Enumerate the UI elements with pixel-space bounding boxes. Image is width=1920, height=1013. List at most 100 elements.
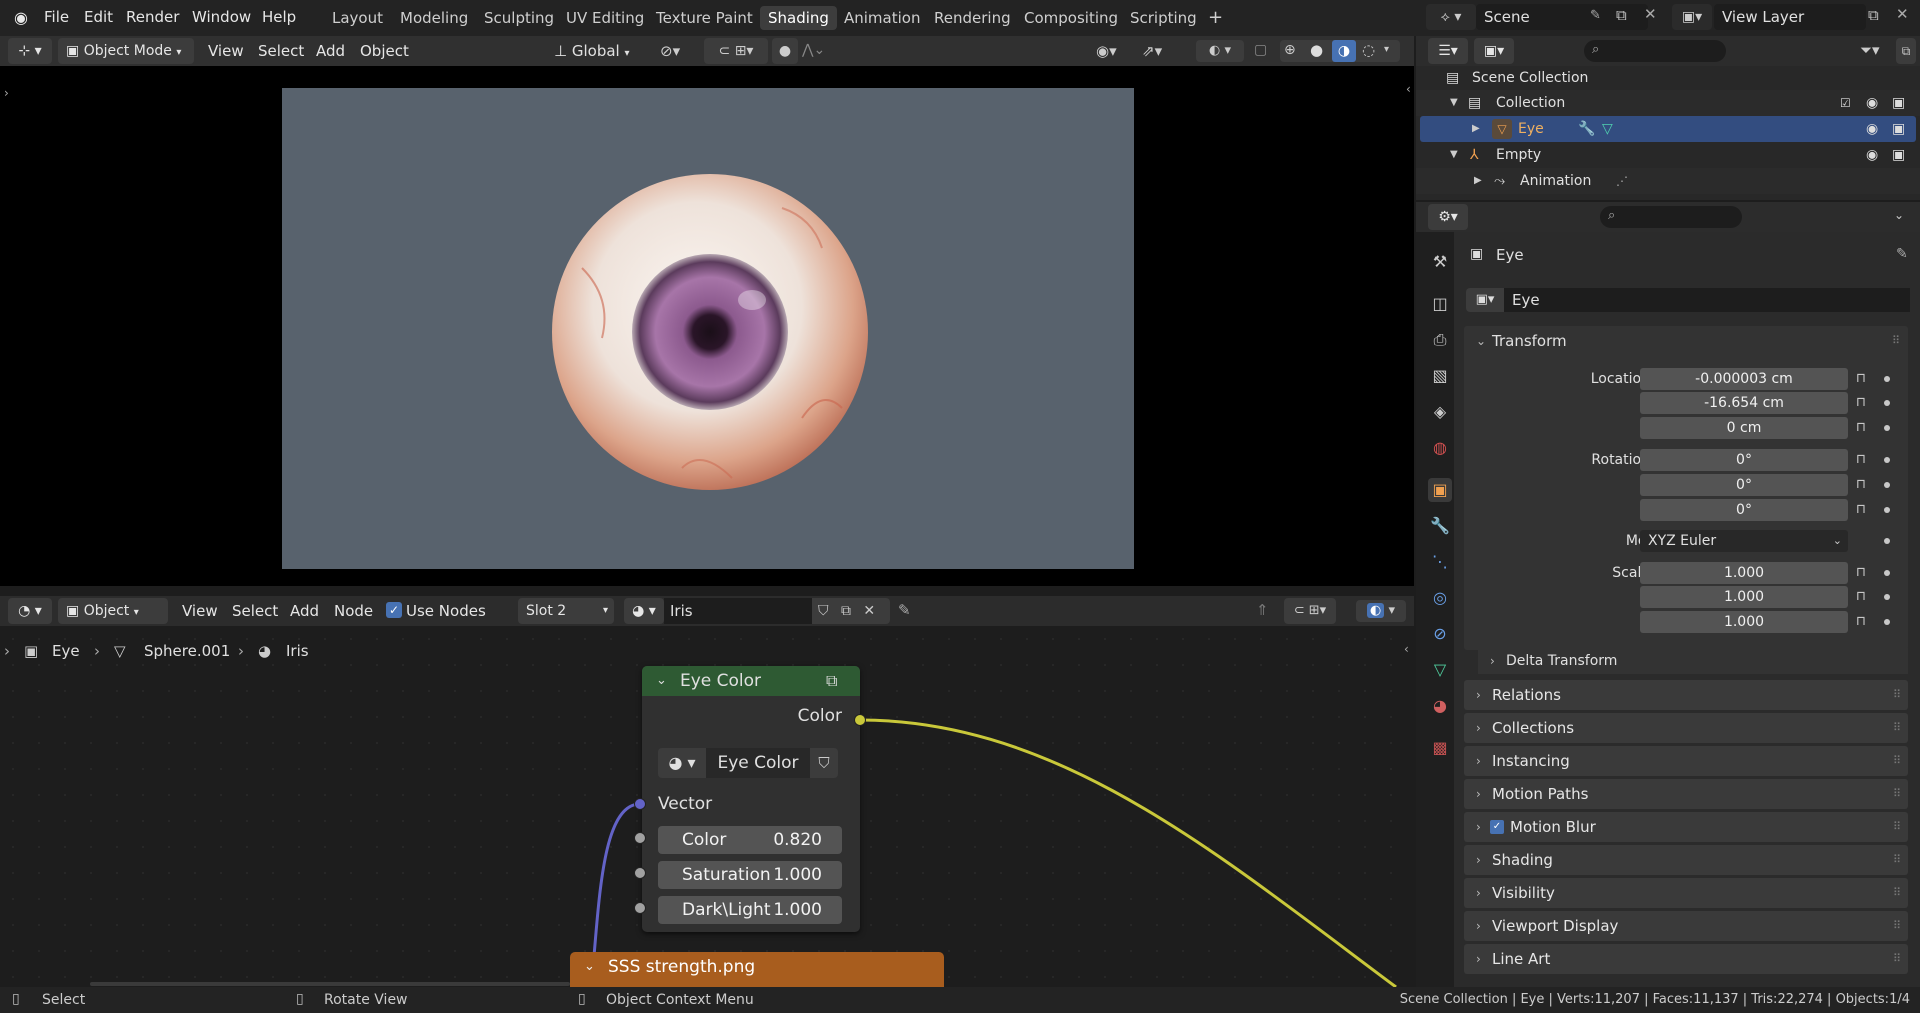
options-chevron-icon[interactable]: ⌄ bbox=[1894, 208, 1904, 222]
scale-x-field[interactable]: 1.000 bbox=[1640, 562, 1848, 584]
pin-icon[interactable]: ✎ bbox=[1590, 8, 1601, 23]
expand-chevron-icon[interactable]: › bbox=[1476, 680, 1481, 710]
parent-node-tree-icon[interactable]: ⇑ bbox=[1256, 601, 1269, 619]
new-scene-icon[interactable]: ⧉ bbox=[1616, 6, 1627, 24]
node-overlays-toggle[interactable]: ◐ ▾ bbox=[1356, 600, 1406, 622]
drag-grip-icon[interactable]: ⠿ bbox=[1893, 911, 1901, 941]
lock-icon[interactable]: ⊓ bbox=[1852, 476, 1870, 494]
node-editor-canvas[interactable]: › ▣ Eye › ▽ Sphere.001 › ◕ Iris ‹ ⌄ Eye … bbox=[0, 626, 1414, 987]
lock-icon[interactable]: ⊓ bbox=[1852, 613, 1870, 631]
node-editor-type-button[interactable]: ◔ ▾ bbox=[8, 598, 52, 624]
expand-chevron-icon[interactable]: ▶ bbox=[1474, 168, 1482, 194]
properties-editor-type-button[interactable]: ⚙▾ bbox=[1428, 204, 1468, 230]
scene-browse-button[interactable]: ⟡ ▾ bbox=[1426, 4, 1476, 30]
delta-transform-subpanel[interactable]: › Delta Transform bbox=[1478, 648, 1908, 674]
node-menu-add[interactable]: Add bbox=[290, 598, 319, 624]
overlays-icon[interactable]: ◐ ▾ bbox=[1196, 40, 1244, 62]
expand-chevron-icon[interactable]: › bbox=[1476, 779, 1481, 809]
view-layer-tab-icon[interactable]: ▧ bbox=[1428, 364, 1452, 388]
tab-uv-editing[interactable]: UV Editing bbox=[558, 6, 652, 30]
keyframe-dot[interactable] bbox=[1884, 507, 1890, 513]
delete-scene-icon[interactable]: ✕ bbox=[1644, 5, 1657, 23]
expand-chevron-icon[interactable]: › bbox=[1476, 911, 1481, 941]
viewport-menu-object[interactable]: Object bbox=[360, 38, 409, 64]
material-name-field[interactable]: Iris bbox=[664, 598, 812, 624]
keyframe-dot[interactable] bbox=[1884, 538, 1890, 544]
tool-tab-icon[interactable]: ⚒ bbox=[1428, 250, 1452, 274]
scene-tab-icon[interactable]: ◈ bbox=[1428, 400, 1452, 424]
drag-grip-icon[interactable]: ⠿ bbox=[1893, 878, 1901, 908]
scale-z-field[interactable]: 1.000 bbox=[1640, 611, 1848, 633]
saturation-input-socket[interactable] bbox=[634, 867, 646, 879]
slot-dropdown[interactable]: Slot 2 ▾ bbox=[518, 598, 614, 624]
color-output-socket[interactable] bbox=[854, 714, 866, 726]
saturation-value-field[interactable]: Saturation 1.000 bbox=[658, 861, 842, 889]
shading-panel[interactable]: › Shading ⠿ bbox=[1464, 845, 1908, 875]
menu-edit[interactable]: Edit bbox=[78, 6, 119, 28]
node-group-icon[interactable]: ⧉ bbox=[826, 666, 837, 696]
expand-chevron-icon[interactable]: › bbox=[1476, 944, 1481, 974]
falloff-icon[interactable]: ⋀⌄ bbox=[802, 42, 825, 58]
view-layer-browse-button[interactable]: ▣▾ bbox=[1672, 4, 1712, 30]
location-y-field[interactable]: -16.654 cm bbox=[1640, 392, 1848, 414]
sidebar-toggle-icon[interactable]: ‹ bbox=[1406, 82, 1411, 96]
eye-color-node[interactable]: ⌄ Eye Color ⧉ Color ◕ ▾ Eye Color ⛉ Vect… bbox=[642, 666, 860, 932]
tab-texture-paint[interactable]: Texture Paint bbox=[648, 6, 761, 30]
color-value-field[interactable]: Color 0.820 bbox=[658, 826, 842, 854]
motion-paths-panel[interactable]: › Motion Paths ⠿ bbox=[1464, 779, 1908, 809]
group-name-field[interactable]: Eye Color bbox=[706, 748, 810, 778]
location-z-field[interactable]: 0 cm bbox=[1640, 417, 1848, 439]
pivot-icon[interactable]: ⊘▾ bbox=[660, 42, 680, 60]
particles-tab-icon[interactable]: ⋱ bbox=[1428, 550, 1452, 574]
physics-tab-icon[interactable]: ◎ bbox=[1428, 586, 1452, 610]
sss-strength-node[interactable]: ⌄ SSS strength.png bbox=[570, 952, 944, 987]
menu-help[interactable]: Help bbox=[256, 6, 302, 28]
viewport-menu-view[interactable]: View bbox=[208, 38, 244, 64]
snap-toggle[interactable]: ⊂ ⊞▾ bbox=[704, 38, 768, 64]
camera-render-icon[interactable]: ▣ bbox=[1892, 142, 1905, 168]
transform-orientation-dropdown[interactable]: ⊥ Global ▾ bbox=[554, 38, 650, 64]
drag-grip-icon[interactable]: ⠿ bbox=[1893, 812, 1901, 842]
lock-icon[interactable]: ⊓ bbox=[1852, 370, 1870, 388]
camera-render-icon[interactable]: ▣ bbox=[1892, 90, 1905, 116]
motion-blur-panel[interactable]: › ✓ Motion Blur ⠿ bbox=[1464, 812, 1908, 842]
tab-rendering[interactable]: Rendering bbox=[926, 6, 1019, 30]
drag-grip-icon[interactable]: ⠿ bbox=[1893, 779, 1901, 809]
tab-layout[interactable]: Layout bbox=[324, 6, 391, 30]
filter-icon[interactable]: ⏷▾ bbox=[1860, 41, 1880, 59]
collapse-chevron-icon[interactable]: ⌄ bbox=[1476, 326, 1486, 356]
drag-grip-icon[interactable]: ⠿ bbox=[1892, 326, 1900, 356]
keyframe-dot[interactable] bbox=[1884, 400, 1890, 406]
visibility-icon[interactable]: ◉▾ bbox=[1096, 42, 1117, 60]
unlink-material-icon[interactable]: ✕ bbox=[863, 603, 875, 619]
xray-icon[interactable]: ▢ bbox=[1254, 42, 1267, 58]
tab-animation[interactable]: Animation bbox=[836, 6, 928, 30]
lock-icon[interactable]: ⊓ bbox=[1852, 501, 1870, 519]
drag-grip-icon[interactable]: ⠿ bbox=[1893, 845, 1901, 875]
expand-chevron-icon[interactable]: › bbox=[1476, 812, 1481, 842]
menu-file[interactable]: File bbox=[38, 6, 75, 28]
add-workspace-button[interactable]: + bbox=[1200, 6, 1231, 30]
motion-blur-checkbox[interactable]: ✓ bbox=[1490, 820, 1504, 834]
keyframe-dot[interactable] bbox=[1884, 619, 1890, 625]
tab-modeling[interactable]: Modeling bbox=[392, 6, 476, 30]
expand-chevron-icon[interactable]: › bbox=[1476, 746, 1481, 776]
instancing-panel[interactable]: › Instancing ⠿ bbox=[1464, 746, 1908, 776]
node-snap-toggle[interactable]: ⊂ ⊞▾ bbox=[1284, 598, 1336, 624]
expand-chevron-icon[interactable]: › bbox=[1476, 713, 1481, 743]
fake-user-shield-icon[interactable]: ⛉ bbox=[810, 748, 838, 778]
solid-shading-icon[interactable]: ● bbox=[1310, 41, 1323, 59]
texture-tab-icon[interactable]: ▩ bbox=[1428, 736, 1452, 760]
exclude-checkbox-icon[interactable]: ☑ bbox=[1840, 90, 1851, 116]
fake-user-shield-icon[interactable]: ⛉ bbox=[818, 603, 829, 619]
tab-scripting[interactable]: Scripting bbox=[1122, 6, 1205, 30]
tab-shading[interactable]: Shading bbox=[760, 6, 837, 30]
outliner-row-collection[interactable]: ▼ ▤ Collection ☑ ◉ ▣ bbox=[1416, 90, 1920, 116]
darklight-input-socket[interactable] bbox=[634, 902, 646, 914]
eye-visibility-icon[interactable]: ◉ bbox=[1866, 116, 1878, 142]
pin-icon[interactable]: ✎ bbox=[1896, 246, 1908, 262]
drag-grip-icon[interactable]: ⠿ bbox=[1893, 713, 1901, 743]
proportional-edit-icon[interactable]: ● bbox=[772, 38, 798, 64]
object-name-field[interactable]: Eye bbox=[1504, 288, 1910, 312]
collections-panel[interactable]: › Collections ⠿ bbox=[1464, 713, 1908, 743]
